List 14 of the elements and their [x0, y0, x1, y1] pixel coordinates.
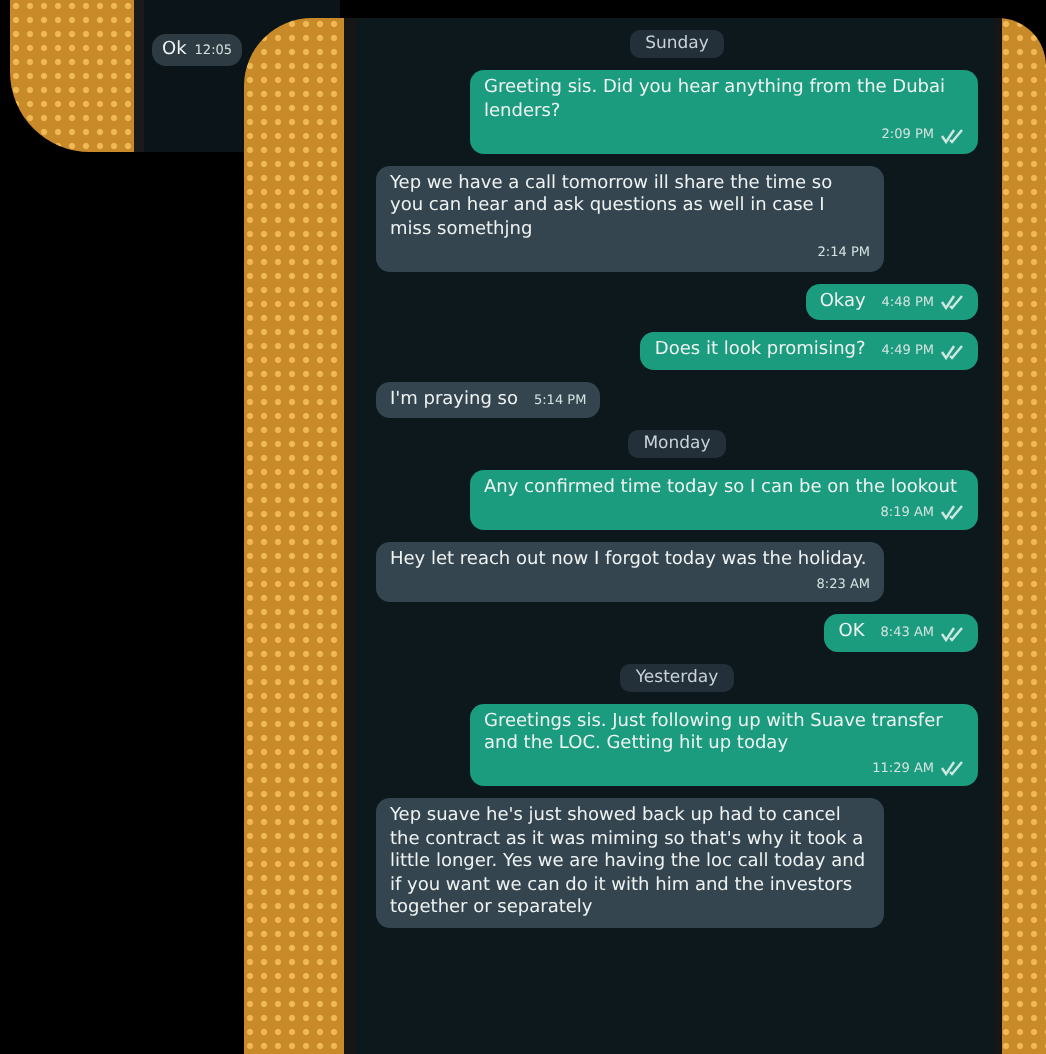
message-text: OK: [838, 622, 865, 645]
date-separator: Sunday: [629, 30, 725, 58]
message-text: Does it look promising?: [654, 340, 866, 363]
message-text: Yep we have a call tomorrow ill share the time so you can hear and ask questions as well in case I miss somethjng: [390, 173, 835, 242]
message-text: Ok: [162, 40, 187, 60]
message-text: Greetings sis. Just following up with Suave transfer and the LOC. Getting hit up today: [484, 711, 945, 757]
date-separator: Monday: [627, 430, 727, 458]
message-text: Greeting sis. Did you hear anything from the Dubai lenders?: [484, 78, 948, 124]
message-text: Yep suave he's just showed back up had to cancel the contract as it was miming so that's why it took a little longer. Yes we are having the loc call today and if you want we can do it with him and the investors together or separately: [390, 806, 868, 921]
date-separator: Yesterday: [619, 663, 735, 691]
message-text: Hey let reach out now I forgot today was the holiday.: [390, 550, 869, 573]
message-text: I'm praying so: [390, 389, 518, 412]
message-text: Okay: [819, 291, 866, 314]
message-text: Any confirmed time today so I can be on the lookout: [484, 478, 959, 501]
